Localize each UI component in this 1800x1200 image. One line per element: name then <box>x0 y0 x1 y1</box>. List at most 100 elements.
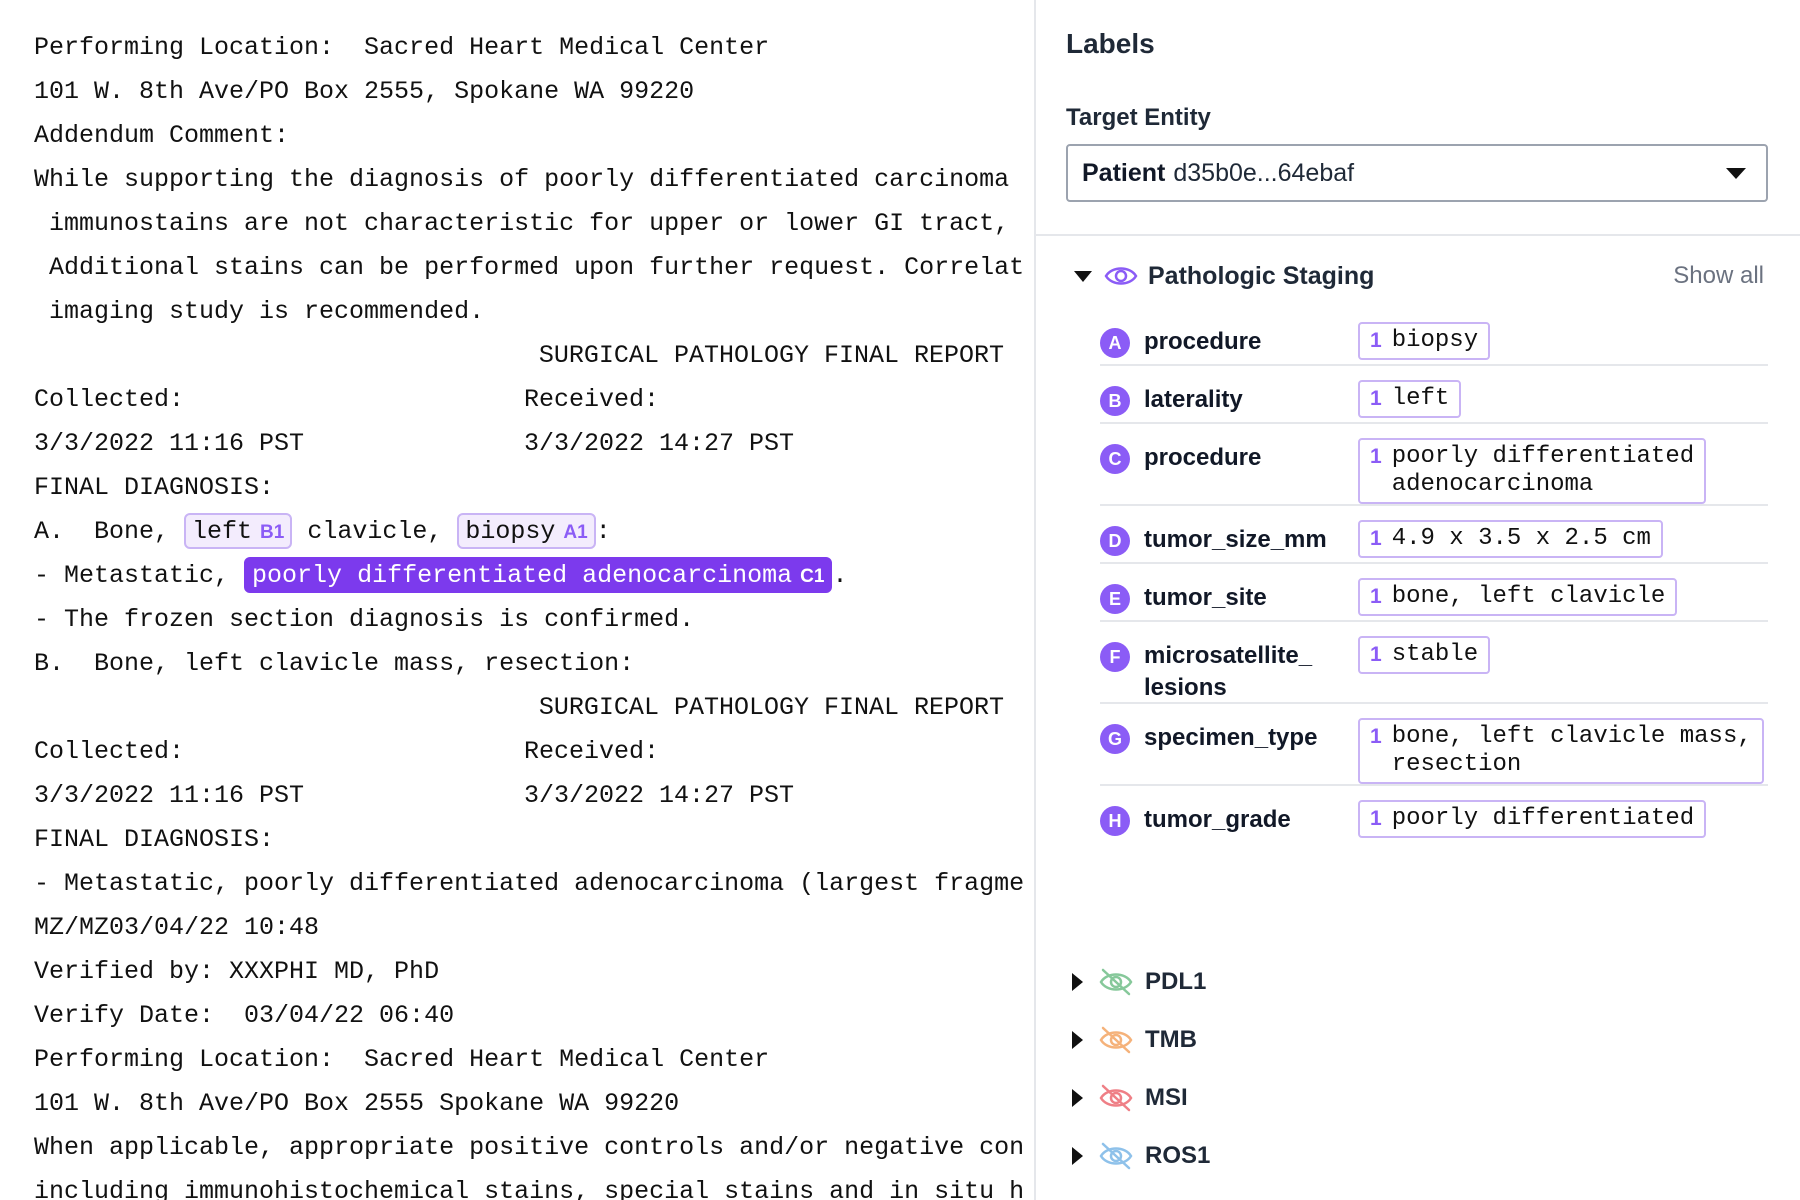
label-value-chip[interactable]: 1 bone, left clavicle mass, resection <box>1358 718 1764 784</box>
document-line: Verify Date: 03/04/22 06:40 <box>34 994 1010 1038</box>
line-text: Addendum Comment: <box>34 121 290 150</box>
line-text: Collected: <box>34 737 185 766</box>
show-all-link[interactable]: Show all <box>1673 262 1764 290</box>
line-text: 101 W. 8th Ave/PO Box 2555 Spokane WA 99… <box>34 1089 680 1118</box>
expand-triangle-icon[interactable] <box>1072 973 1083 991</box>
line-text-column-2: Received: <box>524 385 660 414</box>
label-row[interactable]: Htumor_grade 1 poorly differentiated <box>1100 786 1768 844</box>
label-name: tumor_grade <box>1144 806 1291 833</box>
line-text: MZ/MZ03/04/22 10:48 <box>34 913 320 942</box>
line-text: B. Bone, left clavicle mass, resection: <box>34 649 635 678</box>
label-badge: E <box>1100 584 1130 614</box>
label-value-chip[interactable]: 1 left <box>1358 380 1462 418</box>
label-row[interactable]: Fmicrosatellite_ lesions 1 stable <box>1100 622 1768 704</box>
group-header-ros1[interactable]: ROS1 <box>1072 1136 1210 1176</box>
target-entity-label: Target Entity <box>1066 104 1211 131</box>
eye-off-icon[interactable] <box>1099 1141 1133 1171</box>
line-segment: . <box>832 561 848 590</box>
label-badge: F <box>1100 642 1130 672</box>
value-count: 1 <box>1370 387 1382 410</box>
label-value-chip[interactable]: 1 poorly differentiated <box>1358 800 1707 838</box>
entity-id: d35b0e...64ebaf <box>1173 158 1355 187</box>
target-entity-select[interactable]: Patient d35b0e...64ebaf <box>1066 144 1768 202</box>
document-pane: Performing Location: Sacred Heart Medica… <box>0 0 1036 1200</box>
highlight-tag: B1 <box>260 522 285 543</box>
document-line: 101 W. 8th Ave/PO Box 2555, Spokane WA 9… <box>34 70 1010 114</box>
document-line: Collected: Received: <box>34 378 1010 422</box>
eye-off-icon[interactable] <box>1099 1025 1133 1055</box>
value-text: bone, left clavicle <box>1391 583 1666 610</box>
document-line: While supporting the diagnosis of poorly… <box>34 158 1010 202</box>
entity-highlight[interactable]: poorly differentiated adenocarcinoma C1 <box>244 557 833 593</box>
line-text: Verified by: XXXPHI MD, PhD <box>34 957 440 986</box>
group-header-msi[interactable]: MSI <box>1072 1078 1188 1118</box>
entity-highlight[interactable]: biopsy A1 <box>457 513 596 549</box>
highlight-text: left <box>192 517 253 546</box>
label-row[interactable]: Etumor_site 1 bone, left clavicle <box>1100 564 1768 622</box>
value-count: 1 <box>1370 585 1382 608</box>
line-text: 101 W. 8th Ave/PO Box 2555, Spokane WA 9… <box>34 77 695 106</box>
group-header-pathologic-staging[interactable]: Pathologic Staging Show all <box>1074 256 1764 296</box>
document-line: SURGICAL PATHOLOGY FINAL REPORT <box>34 334 1010 378</box>
label-value-chip[interactable]: 1 biopsy <box>1358 322 1491 360</box>
value-text: left <box>1391 385 1450 412</box>
line-segment: : <box>595 517 611 546</box>
collapse-triangle-icon[interactable] <box>1074 270 1092 282</box>
expand-triangle-icon[interactable] <box>1072 1031 1083 1049</box>
value-text: bone, left clavicle mass, resection <box>1391 723 1752 778</box>
label-badge: D <box>1100 526 1130 556</box>
document-line: - Metastatic, poorly differentiated aden… <box>34 862 1024 906</box>
line-text: Performing Location: Sacred Heart Medica… <box>34 1045 770 1074</box>
eye-off-icon[interactable] <box>1099 967 1133 997</box>
line-text: imaging study is recommended. <box>34 297 485 326</box>
line-text-column-2: 3/3/2022 14:27 PST <box>524 429 795 458</box>
label-value-chip[interactable]: 1 poorly differentiated adenocarcinoma <box>1358 438 1707 504</box>
document-line: 3/3/2022 11:16 PST 3/3/2022 14:27 PST <box>34 422 1010 466</box>
highlight-text: biopsy <box>465 517 556 546</box>
group-header-tmb[interactable]: TMB <box>1072 1020 1197 1060</box>
document-line: FINAL DIAGNOSIS: <box>34 466 1010 510</box>
document-line: B. Bone, left clavicle mass, resection: <box>34 642 1010 686</box>
line-text: - Metastatic, poorly differentiated aden… <box>34 869 1025 898</box>
value-text: poorly differentiated adenocarcinoma <box>1391 443 1695 498</box>
label-badge: B <box>1100 386 1130 416</box>
label-name: tumor_size_mm <box>1144 526 1327 553</box>
eye-icon[interactable] <box>1104 263 1138 289</box>
label-row[interactable]: Gspecimen_type 1 bone, left clavicle mass,… <box>1100 704 1768 786</box>
label-badge: A <box>1100 328 1130 358</box>
document-line: Additional stains can be performed upon … <box>34 246 1024 290</box>
line-text-column-2: Received: <box>524 737 660 766</box>
label-value-chip[interactable]: 1 4.9 x 3.5 x 2.5 cm <box>1358 520 1663 558</box>
value-text: 4.9 x 3.5 x 2.5 cm <box>1391 525 1651 552</box>
label-name: procedure <box>1144 444 1262 471</box>
document-line: Addendum Comment: <box>34 114 1010 158</box>
label-row[interactable]: Dtumor_size_mm 1 4.9 x 3.5 x 2.5 cm <box>1100 506 1768 564</box>
document-line: 3/3/2022 11:16 PST 3/3/2022 14:27 PST <box>34 774 1010 818</box>
value-count: 1 <box>1370 807 1382 830</box>
value-text: poorly differentiated <box>1391 805 1695 832</box>
label-name: procedure <box>1144 328 1262 355</box>
group-header-pdl1[interactable]: PDL1 <box>1072 962 1206 1002</box>
expand-triangle-icon[interactable] <box>1072 1147 1083 1165</box>
eye-off-icon[interactable] <box>1099 1083 1133 1113</box>
group-name: ROS1 <box>1145 1142 1211 1169</box>
document-line: A. Bone, left B1 clavicle, biopsy A1: <box>34 510 1010 554</box>
highlight-tag: C1 <box>800 566 825 587</box>
group-name: MSI <box>1145 1084 1188 1111</box>
document-line: Collected: Received: <box>34 730 1010 774</box>
label-value-chip[interactable]: 1 bone, left clavicle <box>1358 578 1678 616</box>
line-text: Collected: <box>34 385 185 414</box>
chevron-down-icon <box>1726 168 1746 179</box>
label-name: specimen_type <box>1144 724 1318 751</box>
divider <box>1036 234 1800 236</box>
highlight-text: poorly differentiated adenocarcinoma <box>252 561 793 590</box>
line-text-column-2: 3/3/2022 14:27 PST <box>524 781 795 810</box>
label-row[interactable]: Aprocedure 1 biopsy <box>1100 308 1768 366</box>
label-row[interactable]: Cprocedure 1 poorly differentiated adenoca… <box>1100 424 1768 506</box>
highlight-tag: A1 <box>563 522 588 543</box>
label-badge: C <box>1100 444 1130 474</box>
entity-highlight[interactable]: left B1 <box>184 513 293 549</box>
label-value-chip[interactable]: 1 stable <box>1358 636 1491 674</box>
label-row[interactable]: Blaterality 1 left <box>1100 366 1768 424</box>
expand-triangle-icon[interactable] <box>1072 1089 1083 1107</box>
